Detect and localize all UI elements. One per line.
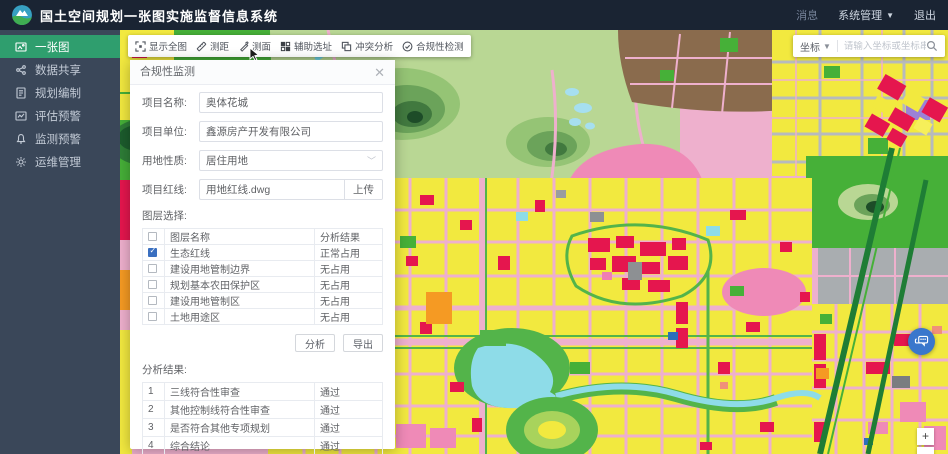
compliance-dialog: 合规性监测 ✕ 项目名称: 项目单位: 用地性质: 居住用地 ﹀ 项目红线: bbox=[130, 60, 395, 449]
conflict-analysis-button[interactable]: 冲突分析 bbox=[341, 39, 393, 53]
app-logo-icon bbox=[12, 5, 32, 25]
onemap-icon bbox=[15, 41, 27, 53]
measure-distance-button[interactable]: 测距 bbox=[196, 39, 229, 53]
redline-filename: 用地红线.dwg bbox=[200, 180, 344, 199]
menu-logout[interactable]: 退出 bbox=[914, 7, 936, 23]
layer-table: 图层名称 分析结果 生态红线 正常占用 建设用地管制边界 无占用 规划基本农田保… bbox=[142, 228, 383, 325]
table-row: 建设用地管制区 无占用 bbox=[143, 293, 383, 309]
monitor-warning-icon bbox=[15, 133, 27, 145]
sidebar-item-monitor-warning[interactable]: 监测预警 bbox=[0, 127, 120, 150]
layer-checkbox[interactable] bbox=[148, 296, 157, 305]
land-use-label: 用地性质: bbox=[142, 153, 199, 168]
map-toolbar: 显示全图 测距 测面 辅助选址 冲突分析 bbox=[128, 35, 471, 57]
zoom-out-button[interactable]: − bbox=[917, 447, 934, 454]
sidebar-item-plan-compile[interactable]: 规划编制 bbox=[0, 81, 120, 104]
analysis-result-label: 分析结果: bbox=[142, 362, 383, 377]
divider bbox=[837, 40, 838, 52]
sidebar-item-data-share[interactable]: 数据共享 bbox=[0, 58, 120, 81]
export-button[interactable]: 导出 bbox=[343, 334, 383, 352]
chevron-down-icon: ▼ bbox=[823, 42, 831, 51]
measure-area-icon bbox=[238, 41, 249, 52]
menu-messages[interactable]: 消息 bbox=[796, 7, 818, 23]
table-row: 土地用途区 无占用 bbox=[143, 309, 383, 325]
compliance-check-icon bbox=[402, 41, 413, 52]
table-row: 2 其他控制线符合性审查 通过 bbox=[143, 401, 383, 419]
project-unit-input[interactable] bbox=[199, 121, 383, 142]
sidebar-nav: 一张图 数据共享 规划编制 评估预警 监测预警 bbox=[0, 30, 120, 454]
data-share-icon bbox=[15, 64, 27, 76]
sidebar-item-onemap[interactable]: 一张图 bbox=[0, 35, 120, 58]
plan-compile-icon bbox=[15, 87, 27, 99]
analyze-button[interactable]: 分析 bbox=[295, 334, 335, 352]
app-title: 国土空间规划一张图实施监督信息系统 bbox=[40, 6, 278, 25]
full-extent-icon bbox=[135, 41, 146, 52]
result-table: 1 三线符合性审查 通过 2 其他控制线符合性审查 通过 3 是否符合其他专项规… bbox=[142, 382, 383, 454]
layer-checkbox[interactable] bbox=[148, 312, 157, 321]
dialog-header: 合规性监测 ✕ bbox=[130, 60, 395, 85]
table-row: 1 三线符合性审查 通过 bbox=[143, 383, 383, 401]
layer-checkbox[interactable] bbox=[148, 248, 157, 257]
chevron-down-icon: ﹀ bbox=[367, 154, 376, 167]
conflict-analysis-icon bbox=[341, 41, 352, 52]
measure-distance-icon bbox=[196, 41, 207, 52]
search-input[interactable] bbox=[844, 41, 926, 52]
compliance-check-button[interactable]: 合规性检测 bbox=[402, 39, 464, 53]
app-header: 国土空间规划一张图实施监督信息系统 消息 系统管理 ▼ 退出 bbox=[0, 0, 948, 30]
table-row: 建设用地管制边界 无占用 bbox=[143, 261, 383, 277]
table-row: 生态红线 正常占用 bbox=[143, 245, 383, 261]
layer-checkbox[interactable] bbox=[148, 280, 157, 289]
full-extent-button[interactable]: 显示全图 bbox=[135, 39, 187, 53]
sidebar-item-evaluate-warning[interactable]: 评估预警 bbox=[0, 104, 120, 127]
menu-system-admin[interactable]: 系统管理 ▼ bbox=[838, 7, 894, 23]
measure-area-button[interactable]: 测面 bbox=[238, 39, 271, 53]
zoom-in-button[interactable]: + bbox=[917, 428, 934, 445]
select-all-checkbox[interactable] bbox=[148, 232, 157, 241]
app-window: 国土空间规划一张图实施监督信息系统 消息 系统管理 ▼ 退出 一张图 数据共享 bbox=[0, 0, 948, 454]
chat-button[interactable] bbox=[908, 328, 935, 355]
ops-manage-icon bbox=[15, 156, 27, 168]
site-selection-icon bbox=[280, 41, 291, 52]
search-category-dropdown[interactable]: 坐标 ▼ bbox=[800, 39, 831, 54]
table-row: 规划基本农田保护区 无占用 bbox=[143, 277, 383, 293]
map-zoom-control: + − bbox=[917, 428, 934, 454]
upload-button[interactable]: 上传 bbox=[344, 180, 382, 199]
map-right-midzone bbox=[806, 156, 948, 304]
status-badge: 正常占用 bbox=[315, 245, 383, 261]
chat-bubble-icon bbox=[914, 335, 929, 349]
layer-checkbox[interactable] bbox=[148, 264, 157, 273]
table-row: 3 是否符合其他专项规划 通过 bbox=[143, 419, 383, 437]
search-icon[interactable] bbox=[926, 40, 938, 52]
site-selection-button[interactable]: 辅助选址 bbox=[280, 39, 332, 53]
project-name-input[interactable] bbox=[199, 92, 383, 113]
project-name-label: 项目名称: bbox=[142, 95, 199, 110]
redline-file-field: 用地红线.dwg 上传 bbox=[199, 179, 383, 200]
redline-label: 项目红线: bbox=[142, 182, 199, 197]
table-row: 4 综合结论 通过 bbox=[143, 437, 383, 454]
coordinate-search: 坐标 ▼ bbox=[793, 35, 945, 57]
project-unit-label: 项目单位: bbox=[142, 124, 199, 139]
land-use-select[interactable]: 居住用地 ﹀ bbox=[199, 150, 383, 171]
evaluate-warning-icon bbox=[15, 110, 27, 122]
layer-select-label: 图层选择: bbox=[142, 208, 383, 223]
sidebar-item-ops-manage[interactable]: 运维管理 bbox=[0, 150, 120, 173]
dialog-title: 合规性监测 bbox=[140, 60, 195, 84]
table-header-row: 图层名称 分析结果 bbox=[143, 229, 383, 245]
chevron-down-icon: ▼ bbox=[886, 11, 894, 20]
close-icon[interactable]: ✕ bbox=[374, 66, 385, 79]
